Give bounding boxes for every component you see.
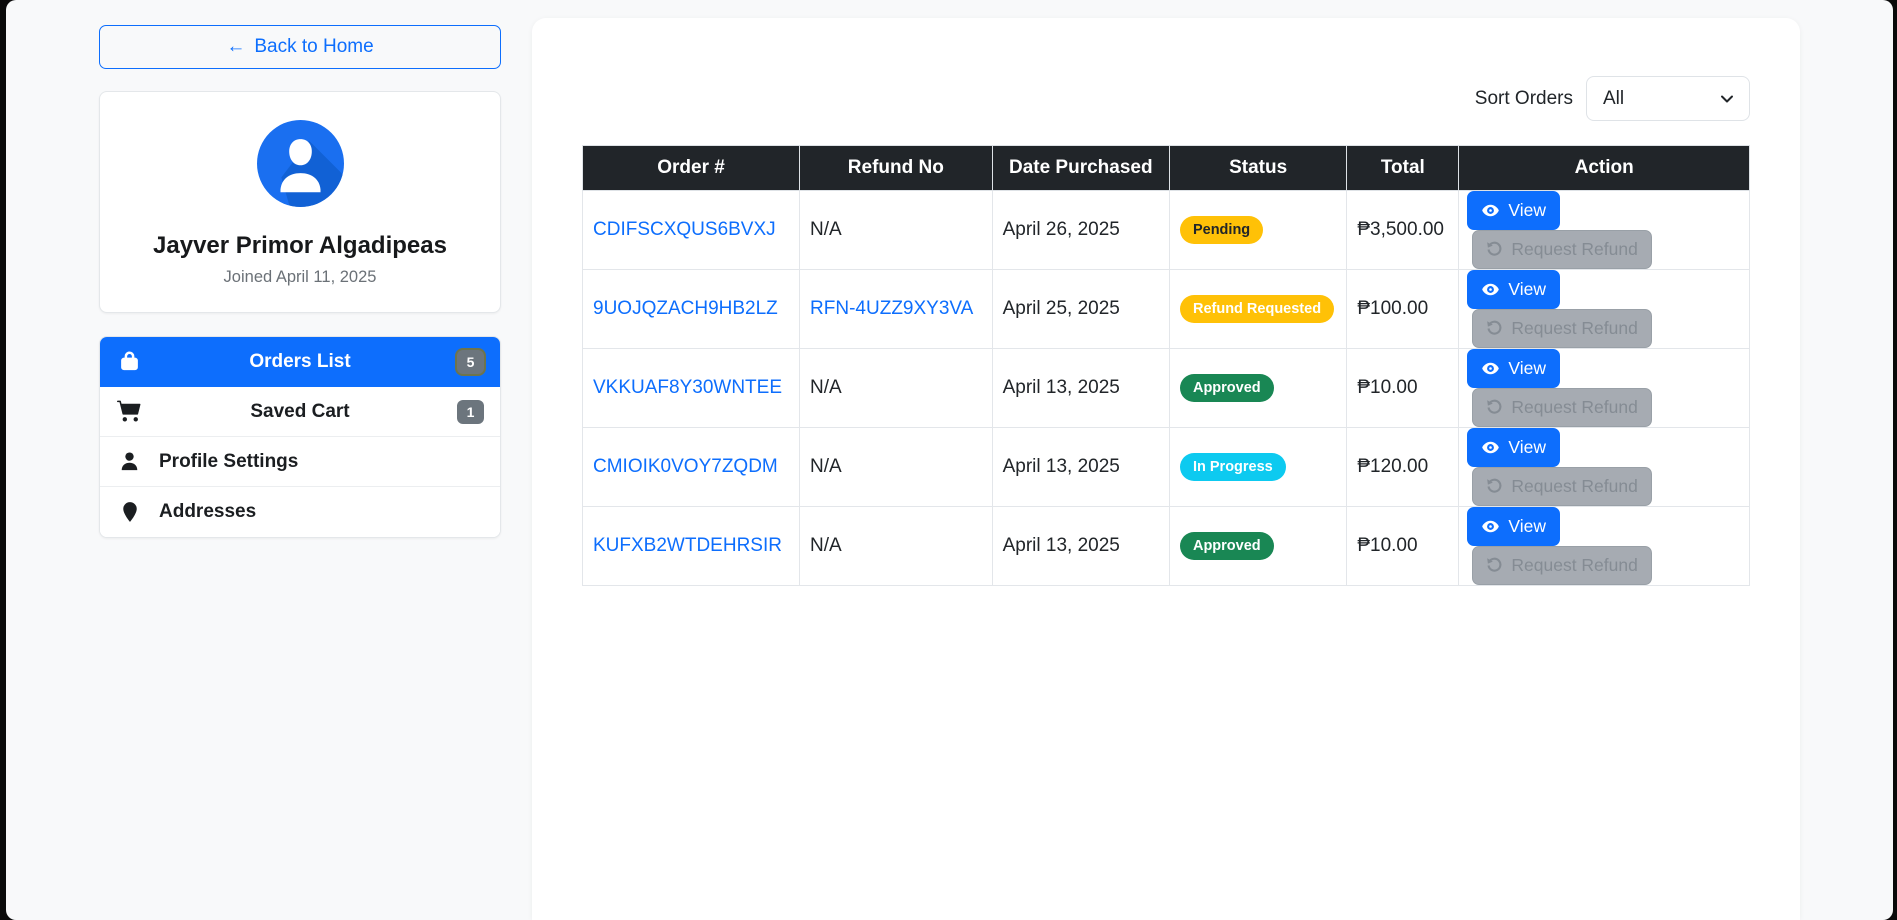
order-total-value: ₱10.00 xyxy=(1347,349,1459,428)
order-number-link[interactable]: 9UOJQZACH9HB2LZ xyxy=(593,298,778,319)
view-button[interactable]: View xyxy=(1467,191,1560,230)
order-number-link[interactable]: VKKUAF8Y30WNTEE xyxy=(593,377,782,398)
view-button[interactable]: View xyxy=(1467,507,1560,546)
eye-icon xyxy=(1481,359,1500,378)
sidebar: ← Back to Home Jayver Primor Algadipeas xyxy=(99,25,501,538)
header-order: Order # xyxy=(583,146,800,191)
order-number-link[interactable]: KUFXB2WTDEHRSIR xyxy=(593,535,782,556)
status-badge: Approved xyxy=(1180,532,1274,560)
view-button-label: View xyxy=(1508,437,1546,458)
refund-no-value: N/A xyxy=(810,377,842,398)
view-button-label: View xyxy=(1508,200,1546,221)
view-button-label: View xyxy=(1508,358,1546,379)
order-total-value: ₱3,500.00 xyxy=(1347,191,1459,270)
order-total-value: ₱120.00 xyxy=(1347,428,1459,507)
orders-table-header: Order # Refund No Date Purchased Status … xyxy=(583,146,1750,191)
cart-count-badge: 1 xyxy=(457,400,484,424)
orders-table: Order # Refund No Date Purchased Status … xyxy=(582,145,1750,586)
eye-icon xyxy=(1481,517,1500,536)
request-refund-label: Request Refund xyxy=(1511,555,1637,576)
profile-card: Jayver Primor Algadipeas Joined April 11… xyxy=(99,91,501,313)
order-total-value: ₱10.00 xyxy=(1347,507,1459,586)
sidebar-item-label: Profile Settings xyxy=(159,451,298,473)
view-button[interactable]: View xyxy=(1467,270,1560,309)
eye-icon xyxy=(1481,280,1500,299)
date-purchased-value: April 25, 2025 xyxy=(992,270,1169,349)
table-row: CDIFSCXQUS6BVXJ N/A April 26, 2025 Pendi… xyxy=(583,191,1750,270)
view-button-label: View xyxy=(1508,516,1546,537)
orders-count-badge: 5 xyxy=(457,350,484,374)
header-total: Total xyxy=(1347,146,1459,191)
header-action: Action xyxy=(1459,146,1750,191)
cart-icon xyxy=(116,399,143,424)
rotate-left-icon xyxy=(1486,478,1503,495)
refund-no-value[interactable]: RFN-4UZZ9XY3VA xyxy=(810,298,973,319)
date-purchased-value: April 13, 2025 xyxy=(992,428,1169,507)
date-purchased-value: April 26, 2025 xyxy=(992,191,1169,270)
status-badge: Pending xyxy=(1180,216,1263,244)
chevron-down-icon xyxy=(1719,91,1735,107)
header-status: Status xyxy=(1169,146,1346,191)
eye-icon xyxy=(1481,201,1500,220)
request-refund-label: Request Refund xyxy=(1511,318,1637,339)
back-to-home-label: Back to Home xyxy=(254,36,373,58)
request-refund-button[interactable]: Request Refund xyxy=(1472,467,1651,506)
refund-no-value: N/A xyxy=(810,456,842,477)
sort-orders-select[interactable]: All xyxy=(1586,76,1750,121)
rotate-left-icon xyxy=(1486,320,1503,337)
request-refund-label: Request Refund xyxy=(1511,239,1637,260)
sidebar-item-profile-settings[interactable]: Profile Settings xyxy=(100,437,500,487)
eye-icon xyxy=(1481,438,1500,457)
sidebar-item-saved-cart[interactable]: Saved Cart 1 xyxy=(100,387,500,437)
sort-row: Sort Orders All xyxy=(582,76,1750,121)
refund-no-value: N/A xyxy=(810,219,842,240)
date-purchased-value: April 13, 2025 xyxy=(992,507,1169,586)
rotate-left-icon xyxy=(1486,241,1503,258)
status-badge: Refund Requested xyxy=(1180,295,1334,323)
request-refund-button[interactable]: Request Refund xyxy=(1472,388,1651,427)
order-number-link[interactable]: CDIFSCXQUS6BVXJ xyxy=(593,219,776,240)
left-arrow-icon: ← xyxy=(226,36,245,58)
table-row: 9UOJQZACH9HB2LZ RFN-4UZZ9XY3VA April 25,… xyxy=(583,270,1750,349)
refund-no-value: N/A xyxy=(810,535,842,556)
person-icon xyxy=(116,450,143,473)
sort-orders-label: Sort Orders xyxy=(1475,88,1573,110)
rotate-left-icon xyxy=(1486,399,1503,416)
request-refund-button[interactable]: Request Refund xyxy=(1472,230,1651,269)
profile-joined-date: Joined April 11, 2025 xyxy=(114,268,486,287)
sidebar-item-orders-list[interactable]: Orders List 5 xyxy=(100,337,500,387)
header-date-purchased: Date Purchased xyxy=(992,146,1169,191)
table-row: VKKUAF8Y30WNTEE N/A April 13, 2025 Appro… xyxy=(583,349,1750,428)
date-purchased-value: April 13, 2025 xyxy=(992,349,1169,428)
status-badge: In Progress xyxy=(1180,453,1286,481)
sort-selected-value: All xyxy=(1603,88,1624,110)
bag-icon xyxy=(116,349,143,374)
request-refund-label: Request Refund xyxy=(1511,476,1637,497)
request-refund-button[interactable]: Request Refund xyxy=(1472,309,1651,348)
header-refund-no: Refund No xyxy=(800,146,993,191)
view-button[interactable]: View xyxy=(1467,349,1560,388)
request-refund-label: Request Refund xyxy=(1511,397,1637,418)
request-refund-button[interactable]: Request Refund xyxy=(1472,546,1651,585)
table-row: CMIOIK0VOY7ZQDM N/A April 13, 2025 In Pr… xyxy=(583,428,1750,507)
sidebar-item-label: Addresses xyxy=(159,501,256,523)
view-button-label: View xyxy=(1508,279,1546,300)
back-to-home-button[interactable]: ← Back to Home xyxy=(99,25,501,69)
orders-panel: Sort Orders All Order # Refund No Date P… xyxy=(532,18,1800,920)
app-panel: ← Back to Home Jayver Primor Algadipeas xyxy=(6,0,1893,920)
rotate-left-icon xyxy=(1486,557,1503,574)
table-row: KUFXB2WTDEHRSIR N/A April 13, 2025 Appro… xyxy=(583,507,1750,586)
status-badge: Approved xyxy=(1180,374,1274,402)
orders-table-body: CDIFSCXQUS6BVXJ N/A April 26, 2025 Pendi… xyxy=(583,191,1750,586)
order-total-value: ₱100.00 xyxy=(1347,270,1459,349)
sidebar-item-addresses[interactable]: Addresses xyxy=(100,487,500,537)
view-button[interactable]: View xyxy=(1467,428,1560,467)
profile-name: Jayver Primor Algadipeas xyxy=(114,232,486,260)
sidebar-item-label: Saved Cart xyxy=(143,401,457,423)
location-pin-icon xyxy=(116,501,143,523)
sidebar-item-label: Orders List xyxy=(143,351,457,373)
sidebar-nav: Orders List 5 Saved Cart 1 xyxy=(99,336,501,538)
user-avatar xyxy=(257,120,344,207)
order-number-link[interactable]: CMIOIK0VOY7ZQDM xyxy=(593,456,778,477)
